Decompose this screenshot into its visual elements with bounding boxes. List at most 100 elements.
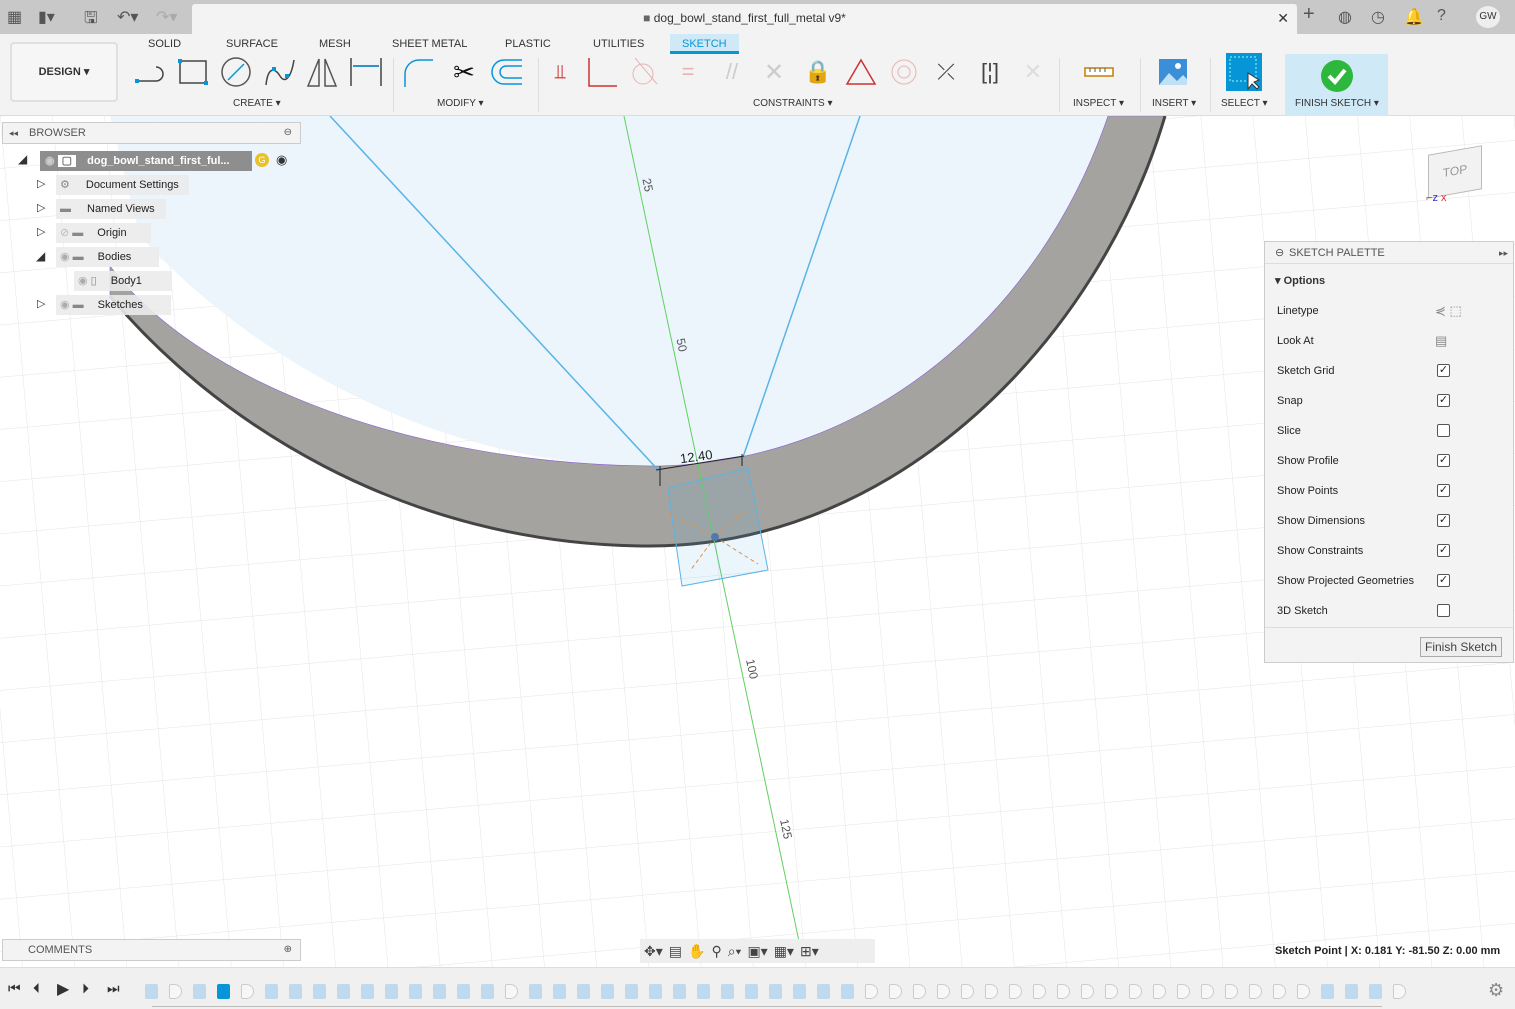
- activate-badge-icon[interactable]: G: [255, 153, 269, 167]
- grid-settings-icon[interactable]: ▦▾: [774, 943, 794, 960]
- orbit-icon[interactable]: ✥▾: [644, 943, 663, 960]
- step-forward-icon[interactable]: ⏵: [82, 980, 89, 997]
- comments-header[interactable]: COMMENTS ⊕: [2, 939, 301, 961]
- tab-mesh[interactable]: MESH: [319, 38, 351, 50]
- play-icon[interactable]: ▶: [57, 979, 69, 999]
- sketch-point[interactable]: [711, 533, 719, 541]
- timeline-feature-body[interactable]: [1369, 984, 1382, 999]
- timeline-feature-body[interactable]: [193, 984, 206, 999]
- timeline-feature-body[interactable]: [817, 984, 830, 999]
- workspace-switcher[interactable]: DESIGN ▾: [10, 42, 118, 102]
- symmetry-constraint-icon[interactable]: [¦]: [972, 54, 1008, 90]
- linetype-icon[interactable]: ⋞ ⬚: [1435, 301, 1462, 321]
- minimize-icon[interactable]: ⊖: [284, 123, 292, 143]
- checkbox[interactable]: ✓: [1437, 364, 1450, 377]
- checkbox[interactable]: ✓: [1437, 454, 1450, 467]
- new-tab-icon[interactable]: +: [1303, 3, 1315, 26]
- file-icon[interactable]: ▮▾: [38, 7, 55, 27]
- timeline-settings-gear-icon[interactable]: ⚙: [1488, 980, 1504, 1001]
- expand-panel-icon[interactable]: ▸▸: [1499, 242, 1508, 264]
- collapse-tree-icon[interactable]: ◢: [36, 249, 45, 263]
- timeline-feature-sketch[interactable]: [1177, 984, 1190, 999]
- timeline-feature-sketch[interactable]: [1153, 984, 1166, 999]
- timeline-feature-sketch[interactable]: [1201, 984, 1214, 999]
- step-back-icon[interactable]: ⏴: [33, 980, 40, 997]
- timeline-feature-body[interactable]: [841, 984, 854, 999]
- timeline-feature-body[interactable]: [673, 984, 686, 999]
- timeline-feature-sketch[interactable]: [961, 984, 974, 999]
- spline-tool-icon[interactable]: [262, 54, 298, 90]
- timeline-feature-sketch[interactable]: [1273, 984, 1286, 999]
- coincident-constraint-icon[interactable]: ✕: [756, 54, 792, 90]
- measure-icon[interactable]: [1081, 54, 1117, 90]
- expand-icon[interactable]: ▷: [37, 297, 45, 310]
- timeline-feature-body[interactable]: [625, 984, 638, 999]
- timeline-feature-sketch[interactable]: [985, 984, 998, 999]
- tab-plastic[interactable]: PLASTIC: [505, 38, 551, 50]
- timeline-feature-sketch[interactable]: [1249, 984, 1262, 999]
- checkbox[interactable]: ✓: [1437, 544, 1450, 557]
- timeline-feature-body[interactable]: [409, 984, 422, 999]
- timeline-feature-sketch[interactable]: [913, 984, 926, 999]
- timeline-feature-body[interactable]: [385, 984, 398, 999]
- timeline-feature-body[interactable]: [313, 984, 326, 999]
- timeline-feature-sketch[interactable]: [1033, 984, 1046, 999]
- timeline-feature-body[interactable]: [769, 984, 782, 999]
- eye-icon[interactable]: ◉: [45, 155, 55, 167]
- tab-surface[interactable]: SURFACE: [226, 38, 278, 50]
- timeline-feature-body[interactable]: [793, 984, 806, 999]
- perpendicular-constraint-icon[interactable]: [584, 54, 620, 90]
- close-tab-icon[interactable]: ✕: [1277, 4, 1289, 32]
- timeline-feature-sketch[interactable]: [1225, 984, 1238, 999]
- equal-constraint-icon[interactable]: =: [670, 54, 706, 90]
- curvature-constraint-icon[interactable]: ✕: [1015, 54, 1051, 90]
- timeline-feature-sketch[interactable]: [505, 984, 518, 999]
- timeline-feature-body[interactable]: [601, 984, 614, 999]
- trim-tool-icon[interactable]: ✂: [446, 54, 482, 90]
- app-grid-icon[interactable]: ▦: [7, 7, 22, 27]
- tree-item-origin[interactable]: ⊘ ▬ Origin: [56, 223, 151, 243]
- expand-icon[interactable]: ▷: [37, 177, 45, 190]
- offset-tool-icon[interactable]: [489, 54, 525, 90]
- tab-utilities[interactable]: UTILITIES: [593, 38, 644, 50]
- tree-item-root[interactable]: ◉ ▢ dog_bowl_stand_first_ful...: [40, 151, 252, 171]
- zoom-icon[interactable]: ⚲: [711, 943, 721, 960]
- viewports-icon[interactable]: ⊞▾: [800, 943, 819, 960]
- expand-icon[interactable]: ▷: [37, 201, 45, 214]
- timeline-feature-body[interactable]: [1345, 984, 1358, 999]
- finish-sketch-tool[interactable]: FINISH SKETCH ▾: [1285, 54, 1388, 116]
- go-to-end-icon[interactable]: ⏭: [107, 980, 120, 997]
- triangle-constraint-icon[interactable]: [843, 54, 879, 90]
- notifications-icon[interactable]: 🔔: [1404, 7, 1424, 27]
- timeline-feature-sketch-active[interactable]: [217, 984, 230, 999]
- midpoint-constraint-icon[interactable]: ⤫: [928, 54, 964, 90]
- checkbox[interactable]: ✓: [1437, 484, 1450, 497]
- checkbox[interactable]: [1437, 424, 1450, 437]
- tree-item-document-settings[interactable]: ⚙ Document Settings: [56, 175, 189, 195]
- tangent-constraint-icon[interactable]: [626, 54, 662, 90]
- display-settings-icon[interactable]: ▣▾: [747, 943, 767, 960]
- checkbox[interactable]: ✓: [1437, 514, 1450, 527]
- select-menu[interactable]: SELECT ▾: [1221, 98, 1268, 109]
- options-section[interactable]: ▾ Options: [1275, 274, 1325, 287]
- expand-icon[interactable]: ◢: [18, 152, 27, 166]
- user-avatar[interactable]: GW: [1476, 6, 1500, 28]
- eye-hidden-icon[interactable]: ⊘: [60, 227, 69, 239]
- timeline-feature-sketch[interactable]: [865, 984, 878, 999]
- checkbox[interactable]: ✓: [1437, 574, 1450, 587]
- active-radio-icon[interactable]: ◉: [276, 152, 287, 168]
- fillet-tool-icon[interactable]: [400, 54, 436, 90]
- pan-icon[interactable]: ✋: [688, 943, 705, 960]
- eye-icon[interactable]: ◉: [78, 275, 88, 287]
- timeline-feature-body[interactable]: [697, 984, 710, 999]
- timeline-feature-sketch[interactable]: [1105, 984, 1118, 999]
- look-at-icon[interactable]: ▤: [669, 943, 682, 960]
- tab-solid[interactable]: SOLID: [148, 38, 181, 50]
- timeline-feature-body[interactable]: [577, 984, 590, 999]
- timeline-feature-body[interactable]: [145, 984, 158, 999]
- expand-icon[interactable]: ▷: [37, 225, 45, 238]
- timeline-feature-sketch[interactable]: [169, 984, 182, 999]
- fit-icon[interactable]: ⌕▾: [728, 943, 742, 960]
- create-menu[interactable]: CREATE ▾: [233, 98, 281, 109]
- timeline-feature-sketch[interactable]: [889, 984, 902, 999]
